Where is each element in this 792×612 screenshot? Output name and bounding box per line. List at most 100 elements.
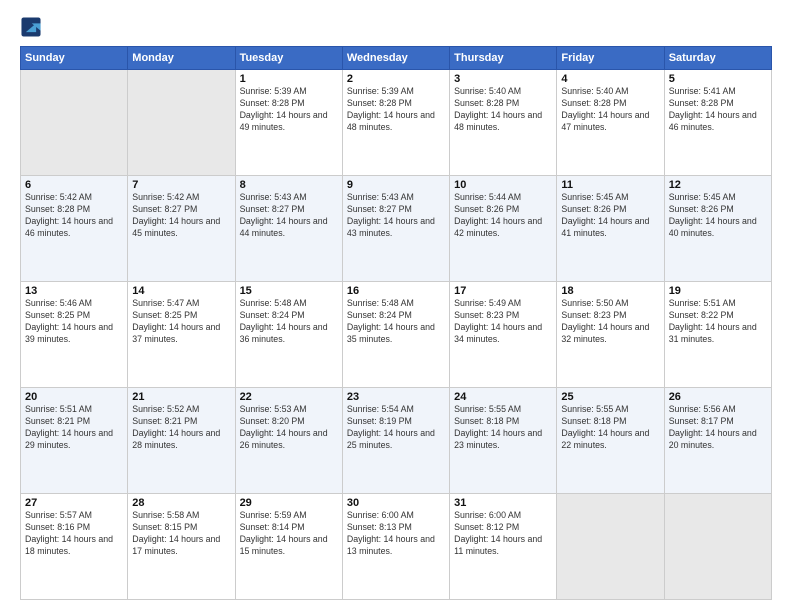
day-number: 5 (669, 73, 767, 85)
day-detail: Sunrise: 5:51 AM Sunset: 8:21 PM Dayligh… (25, 404, 123, 452)
calendar-table: SundayMondayTuesdayWednesdayThursdayFrid… (20, 46, 772, 600)
day-number: 1 (240, 73, 338, 85)
day-number: 29 (240, 497, 338, 509)
day-detail: Sunrise: 5:50 AM Sunset: 8:23 PM Dayligh… (561, 298, 659, 346)
calendar-cell: 18Sunrise: 5:50 AM Sunset: 8:23 PM Dayli… (557, 282, 664, 388)
calendar-cell: 21Sunrise: 5:52 AM Sunset: 8:21 PM Dayli… (128, 388, 235, 494)
day-detail: Sunrise: 5:58 AM Sunset: 8:15 PM Dayligh… (132, 510, 230, 558)
calendar-cell: 13Sunrise: 5:46 AM Sunset: 8:25 PM Dayli… (21, 282, 128, 388)
calendar-cell: 3Sunrise: 5:40 AM Sunset: 8:28 PM Daylig… (450, 70, 557, 176)
weekday-header: Thursday (450, 47, 557, 70)
day-number: 28 (132, 497, 230, 509)
weekday-header: Monday (128, 47, 235, 70)
calendar-cell: 20Sunrise: 5:51 AM Sunset: 8:21 PM Dayli… (21, 388, 128, 494)
day-detail: Sunrise: 5:42 AM Sunset: 8:28 PM Dayligh… (25, 192, 123, 240)
calendar-cell: 27Sunrise: 5:57 AM Sunset: 8:16 PM Dayli… (21, 494, 128, 600)
weekday-header: Saturday (664, 47, 771, 70)
calendar-cell: 9Sunrise: 5:43 AM Sunset: 8:27 PM Daylig… (342, 176, 449, 282)
day-number: 3 (454, 73, 552, 85)
calendar-week-row: 20Sunrise: 5:51 AM Sunset: 8:21 PM Dayli… (21, 388, 772, 494)
day-number: 2 (347, 73, 445, 85)
day-detail: Sunrise: 5:40 AM Sunset: 8:28 PM Dayligh… (561, 86, 659, 134)
day-detail: Sunrise: 5:52 AM Sunset: 8:21 PM Dayligh… (132, 404, 230, 452)
calendar-cell: 5Sunrise: 5:41 AM Sunset: 8:28 PM Daylig… (664, 70, 771, 176)
calendar-cell: 23Sunrise: 5:54 AM Sunset: 8:19 PM Dayli… (342, 388, 449, 494)
day-detail: Sunrise: 5:54 AM Sunset: 8:19 PM Dayligh… (347, 404, 445, 452)
header (20, 16, 772, 38)
day-number: 12 (669, 179, 767, 191)
day-detail: Sunrise: 5:46 AM Sunset: 8:25 PM Dayligh… (25, 298, 123, 346)
calendar-cell: 28Sunrise: 5:58 AM Sunset: 8:15 PM Dayli… (128, 494, 235, 600)
calendar-cell (21, 70, 128, 176)
day-number: 20 (25, 391, 123, 403)
day-number: 7 (132, 179, 230, 191)
day-detail: Sunrise: 5:42 AM Sunset: 8:27 PM Dayligh… (132, 192, 230, 240)
calendar-cell: 17Sunrise: 5:49 AM Sunset: 8:23 PM Dayli… (450, 282, 557, 388)
calendar-cell: 7Sunrise: 5:42 AM Sunset: 8:27 PM Daylig… (128, 176, 235, 282)
day-number: 6 (25, 179, 123, 191)
day-number: 24 (454, 391, 552, 403)
calendar-cell: 1Sunrise: 5:39 AM Sunset: 8:28 PM Daylig… (235, 70, 342, 176)
day-number: 22 (240, 391, 338, 403)
day-detail: Sunrise: 5:48 AM Sunset: 8:24 PM Dayligh… (347, 298, 445, 346)
day-detail: Sunrise: 5:44 AM Sunset: 8:26 PM Dayligh… (454, 192, 552, 240)
page: SundayMondayTuesdayWednesdayThursdayFrid… (0, 0, 792, 612)
day-number: 23 (347, 391, 445, 403)
calendar-week-row: 13Sunrise: 5:46 AM Sunset: 8:25 PM Dayli… (21, 282, 772, 388)
calendar-cell (557, 494, 664, 600)
weekday-header: Sunday (21, 47, 128, 70)
calendar-cell: 16Sunrise: 5:48 AM Sunset: 8:24 PM Dayli… (342, 282, 449, 388)
day-number: 10 (454, 179, 552, 191)
day-detail: Sunrise: 5:53 AM Sunset: 8:20 PM Dayligh… (240, 404, 338, 452)
day-detail: Sunrise: 5:45 AM Sunset: 8:26 PM Dayligh… (669, 192, 767, 240)
day-number: 21 (132, 391, 230, 403)
day-number: 26 (669, 391, 767, 403)
day-detail: Sunrise: 5:39 AM Sunset: 8:28 PM Dayligh… (347, 86, 445, 134)
calendar-cell: 22Sunrise: 5:53 AM Sunset: 8:20 PM Dayli… (235, 388, 342, 494)
day-detail: Sunrise: 5:48 AM Sunset: 8:24 PM Dayligh… (240, 298, 338, 346)
calendar-cell (128, 70, 235, 176)
calendar-cell: 29Sunrise: 5:59 AM Sunset: 8:14 PM Dayli… (235, 494, 342, 600)
day-number: 14 (132, 285, 230, 297)
calendar-cell: 30Sunrise: 6:00 AM Sunset: 8:13 PM Dayli… (342, 494, 449, 600)
day-detail: Sunrise: 5:41 AM Sunset: 8:28 PM Dayligh… (669, 86, 767, 134)
day-number: 19 (669, 285, 767, 297)
day-number: 8 (240, 179, 338, 191)
calendar-cell: 14Sunrise: 5:47 AM Sunset: 8:25 PM Dayli… (128, 282, 235, 388)
day-detail: Sunrise: 5:55 AM Sunset: 8:18 PM Dayligh… (454, 404, 552, 452)
day-detail: Sunrise: 5:56 AM Sunset: 8:17 PM Dayligh… (669, 404, 767, 452)
day-detail: Sunrise: 5:49 AM Sunset: 8:23 PM Dayligh… (454, 298, 552, 346)
day-detail: Sunrise: 5:57 AM Sunset: 8:16 PM Dayligh… (25, 510, 123, 558)
day-detail: Sunrise: 6:00 AM Sunset: 8:13 PM Dayligh… (347, 510, 445, 558)
day-detail: Sunrise: 5:45 AM Sunset: 8:26 PM Dayligh… (561, 192, 659, 240)
calendar-cell: 19Sunrise: 5:51 AM Sunset: 8:22 PM Dayli… (664, 282, 771, 388)
calendar-cell (664, 494, 771, 600)
day-detail: Sunrise: 5:43 AM Sunset: 8:27 PM Dayligh… (347, 192, 445, 240)
calendar-cell: 26Sunrise: 5:56 AM Sunset: 8:17 PM Dayli… (664, 388, 771, 494)
calendar-cell: 8Sunrise: 5:43 AM Sunset: 8:27 PM Daylig… (235, 176, 342, 282)
day-detail: Sunrise: 5:51 AM Sunset: 8:22 PM Dayligh… (669, 298, 767, 346)
day-number: 11 (561, 179, 659, 191)
day-number: 30 (347, 497, 445, 509)
day-detail: Sunrise: 5:55 AM Sunset: 8:18 PM Dayligh… (561, 404, 659, 452)
calendar-cell: 24Sunrise: 5:55 AM Sunset: 8:18 PM Dayli… (450, 388, 557, 494)
day-number: 16 (347, 285, 445, 297)
calendar-cell: 4Sunrise: 5:40 AM Sunset: 8:28 PM Daylig… (557, 70, 664, 176)
calendar-cell: 25Sunrise: 5:55 AM Sunset: 8:18 PM Dayli… (557, 388, 664, 494)
day-number: 13 (25, 285, 123, 297)
day-number: 25 (561, 391, 659, 403)
calendar-cell: 10Sunrise: 5:44 AM Sunset: 8:26 PM Dayli… (450, 176, 557, 282)
day-detail: Sunrise: 5:39 AM Sunset: 8:28 PM Dayligh… (240, 86, 338, 134)
day-detail: Sunrise: 5:43 AM Sunset: 8:27 PM Dayligh… (240, 192, 338, 240)
calendar-week-row: 6Sunrise: 5:42 AM Sunset: 8:28 PM Daylig… (21, 176, 772, 282)
day-detail: Sunrise: 5:59 AM Sunset: 8:14 PM Dayligh… (240, 510, 338, 558)
day-number: 17 (454, 285, 552, 297)
calendar-week-row: 1Sunrise: 5:39 AM Sunset: 8:28 PM Daylig… (21, 70, 772, 176)
calendar-cell: 12Sunrise: 5:45 AM Sunset: 8:26 PM Dayli… (664, 176, 771, 282)
day-number: 18 (561, 285, 659, 297)
calendar-cell: 15Sunrise: 5:48 AM Sunset: 8:24 PM Dayli… (235, 282, 342, 388)
logo (20, 16, 44, 38)
day-number: 9 (347, 179, 445, 191)
weekday-header: Wednesday (342, 47, 449, 70)
logo-icon (20, 16, 42, 38)
